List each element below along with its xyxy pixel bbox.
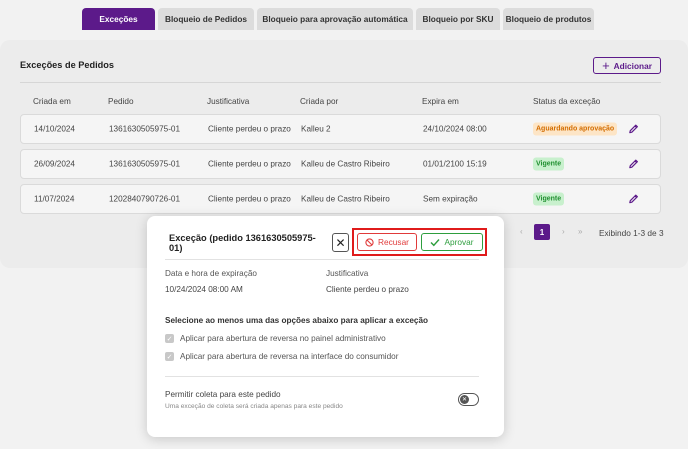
collect-hint: Uma exceção de coleta será criada apenas… [165,403,343,410]
modal-title: Exceção (pedido 1361630505975-01) [169,233,316,253]
checkbox[interactable]: ✓ [165,334,174,343]
ban-icon [365,237,374,247]
tab-bloqueio-aprovacao-automatica[interactable]: Bloqueio para aprovação automática [257,8,413,30]
cell-justification: Cliente perdeu o prazo [208,194,291,204]
tab-excecoes[interactable]: Exceções [82,8,155,30]
check-icon [430,238,440,246]
status-badge: Vigente [533,192,565,206]
table-row: 26/09/2024 1361630505975-01 Cliente perd… [20,149,661,179]
option-consumer-interface[interactable]: ✓ Aplicar para abertura de reversa na in… [165,352,398,361]
prev-page-button[interactable]: ‹ [520,227,523,243]
expiration-value: 10/24/2024 08:00 AM [165,285,243,294]
cell-created: 26/09/2024 [34,159,75,169]
pagination-info: Exibindo 1-3 de 3 [599,228,664,238]
tab-bloqueio-pedidos[interactable]: Bloqueio de Pedidos [158,8,254,30]
approve-button-label: Aprovar [444,237,474,247]
tab-bar: Exceções Bloqueio de Pedidos Bloqueio pa… [82,8,594,30]
option-admin-panel[interactable]: ✓ Aplicar para abertura de reversa no pa… [165,334,386,343]
divider [20,82,661,83]
options-instruction: Selecione ao menos uma das opções abaixo… [165,316,429,325]
cell-order: 1361630505975-01 [109,124,181,134]
exception-modal: Exceção (pedido 1361630505975-01) ✕ Recu… [147,216,504,437]
close-button[interactable]: ✕ [332,233,349,252]
option-label: Aplicar para abertura de reversa no pain… [180,334,386,343]
cell-created: 11/07/2024 [34,194,75,204]
refuse-button-label: Recusar [378,237,409,247]
cell-expires: Sem expiração [423,194,478,204]
add-button[interactable]: + Adicionar [593,57,661,74]
card-title: Exceções de Pedidos [20,60,114,70]
checkbox[interactable]: ✓ [165,352,174,361]
header-expires: Expira em [422,97,459,106]
refuse-button[interactable]: Recusar [357,233,417,251]
pencil-icon[interactable] [628,159,639,170]
collect-label: Permitir coleta para este pedido [165,390,281,399]
close-icon: ✕ [335,235,346,250]
justification-label: Justificativa [326,269,369,278]
modal-divider [165,376,479,377]
approve-button[interactable]: Aprovar [421,233,483,251]
header-order: Pedido [108,97,134,106]
tab-bloqueio-sku[interactable]: Bloqueio por SKU [416,8,500,30]
header-created: Criada em [33,97,71,106]
header-status: Status da exceção [533,97,601,106]
cell-expires: 01/01/2100 15:19 [423,159,487,169]
table-row: 11/07/2024 1202840790726-01 Cliente perd… [20,184,661,214]
cell-created: 14/10/2024 [34,124,75,134]
justification-value: Cliente perdeu o prazo [326,285,409,294]
cell-order: 1202840790726-01 [109,194,181,204]
cell-justification: Cliente perdeu o prazo [208,159,291,169]
expiration-label: Data e hora de expiração [165,269,257,278]
pencil-icon[interactable] [628,194,639,205]
header-created-by: Criada por [300,97,339,106]
next-page-button[interactable]: › [562,227,565,243]
collect-toggle[interactable]: ✕ [458,393,479,406]
last-page-button[interactable]: » [578,227,582,243]
pencil-icon[interactable] [628,124,639,135]
cell-order: 1361630505975-01 [109,159,181,169]
option-label: Aplicar para abertura de reversa na inte… [180,352,399,361]
table-header: Criada em Pedido Justificativa Criada po… [20,97,661,109]
cell-created-by: Kalleu de Castro Ribeiro [301,194,390,204]
cell-justification: Cliente perdeu o prazo [208,124,291,134]
plus-icon: + [602,58,610,73]
add-button-label: Adicionar [613,60,652,71]
modal-divider [165,259,479,260]
cell-expires: 24/10/2024 08:00 [423,124,487,134]
cell-created-by: Kalleu 2 [301,124,331,134]
page-1-button[interactable]: 1 [534,224,550,240]
status-badge: Aguardando aprovação [533,122,618,136]
tab-bloqueio-produtos[interactable]: Bloqueio de produtos [503,8,594,30]
cell-created-by: Kalleu de Castro Ribeiro [301,159,390,169]
toggle-off-icon: ✕ [460,395,469,404]
status-badge: Vigente [533,157,565,171]
table-row: 14/10/2024 1361630505975-01 Cliente perd… [20,114,661,144]
header-justification: Justificativa [207,97,250,106]
